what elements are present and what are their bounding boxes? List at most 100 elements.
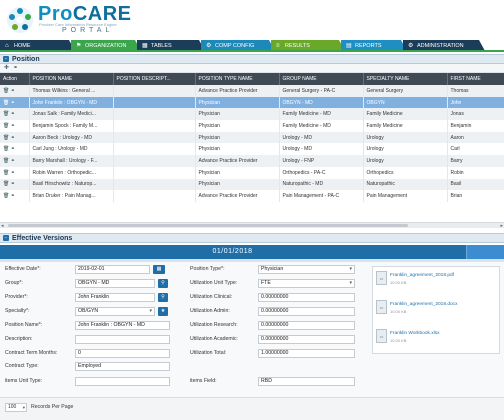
- link-icon[interactable]: ⚭: [9, 123, 15, 129]
- document-name[interactable]: Franklin_agreement_2018.pdf: [390, 273, 454, 278]
- row-actions: 🗑 ⚭: [0, 131, 30, 144]
- table-cell: General Surgery - PA-C: [279, 85, 364, 97]
- link-icon[interactable]: ⚭: [9, 135, 15, 141]
- table-cell: Pain Management: [363, 190, 448, 202]
- row-actions: 🗑 ⚭: [0, 178, 30, 191]
- file-icon: ▭: [376, 329, 387, 343]
- table-cell: [113, 178, 196, 191]
- table-cell: Physician: [195, 143, 280, 156]
- column-header-action[interactable]: Action: [0, 73, 30, 85]
- table-cell: Physician: [195, 178, 280, 191]
- description-label: Description:: [5, 336, 33, 342]
- link-icon[interactable]: ⚭: [9, 158, 15, 164]
- table-cell: [113, 85, 196, 97]
- table-row[interactable]: 🗑 ⚭ Brian Druker : Pain Manag... Advance P…: [0, 190, 504, 202]
- table-row[interactable]: 🗑 ⚭ Robin Warren : Orthopedic... Physician…: [0, 166, 504, 179]
- search-icon[interactable]: ⚲: [158, 279, 168, 288]
- column-header-first-name[interactable]: FIRST NAME: [447, 73, 504, 85]
- link-icon[interactable]: ⚭: [9, 111, 15, 117]
- table-horizontal-scrollbar[interactable]: ◂ ▸: [0, 222, 504, 229]
- provider-field[interactable]: John Franklin: [75, 293, 155, 302]
- table-cell: [113, 166, 196, 179]
- scrollbar-thumb[interactable]: [8, 224, 408, 227]
- calendar-icon[interactable]: ▦: [153, 265, 165, 274]
- link-icon[interactable]: ⚭: [12, 65, 19, 72]
- document-item[interactable]: ▭ Franklin Workbook.xlsx 10.00 KB: [376, 329, 496, 348]
- organization-icon: ⚑: [76, 42, 82, 49]
- util-academic-field[interactable]: 0.00000000: [258, 335, 355, 344]
- table-cell: John: [447, 96, 504, 109]
- table-header-row: Action POSITION NAME POSITION DESCRIPT..…: [0, 73, 504, 85]
- util-admin-field[interactable]: 0.00000000: [258, 307, 355, 316]
- util-total-field[interactable]: 1.00000000: [258, 349, 355, 358]
- document-name[interactable]: Franklin Workbook.xlsx: [390, 331, 440, 336]
- group-label: Group*:: [5, 280, 23, 286]
- util-clinical-field[interactable]: 0.00000000: [258, 293, 355, 302]
- add-icon[interactable]: ✚: [3, 65, 10, 72]
- table-row[interactable]: 🗑 ⚭ Benjamin Spock : Family M... Physician…: [0, 120, 504, 132]
- table-cell: Barry: [447, 155, 504, 167]
- util-academic-label: Utilization Academic:: [190, 336, 238, 342]
- document-item[interactable]: ▭ Franklin_agreement_2018.docx 10.00 KB: [376, 300, 496, 319]
- items-unit-type-field[interactable]: [75, 377, 170, 386]
- util-unit-type-select[interactable]: FTE: [258, 279, 355, 288]
- table-row[interactable]: 🗑 ⚭ Carl Jung : Urology - MD Physician Urol…: [0, 143, 504, 156]
- table-cell: Benjamin Spock : Family M...: [29, 120, 114, 132]
- contract-term-field[interactable]: 0: [75, 349, 170, 358]
- collapse-icon[interactable]: −: [3, 56, 9, 62]
- table-row[interactable]: 🗑 ⚭ John Franklin : OBGYN - MD Physician OB…: [0, 96, 504, 109]
- scroll-left-icon[interactable]: ◂: [1, 223, 4, 229]
- search-icon[interactable]: ⚲: [158, 293, 168, 302]
- table-cell: Pain Management - PA-C: [279, 190, 364, 202]
- link-icon[interactable]: ⚭: [9, 170, 15, 176]
- star-icon[interactable]: ★: [158, 307, 168, 316]
- table-row[interactable]: 🗑 ⚭ Jonas Salk : Family Medici... Physicia…: [0, 108, 504, 121]
- table-row[interactable]: 🗑 ⚭ Basil Hirschowitz : Naturop... Physici…: [0, 178, 504, 191]
- version-date-tab[interactable]: 01/01/2018: [0, 245, 465, 259]
- link-icon[interactable]: ⚭: [9, 100, 15, 106]
- position-name-field[interactable]: John Franklin : OBGYN - MD: [75, 321, 170, 330]
- table-row[interactable]: 🗑 ⚭ Thomas Wilkins : General ... Advance P…: [0, 85, 504, 97]
- link-icon[interactable]: ⚭: [9, 193, 15, 199]
- link-icon[interactable]: ⚭: [9, 88, 15, 94]
- table-cell: Urology - MD: [279, 143, 364, 156]
- table-row[interactable]: 🗑 ⚭ Aaron Beck : Urology - MD Physician Uro…: [0, 131, 504, 144]
- link-icon[interactable]: ⚭: [9, 146, 15, 152]
- column-header-position-description[interactable]: POSITION DESCRIPT...: [113, 73, 196, 85]
- column-header-group-name[interactable]: GROUP NAME: [279, 73, 364, 85]
- group-field[interactable]: OBGYN - MD: [75, 279, 155, 288]
- column-header-position-type[interactable]: POSITION TYPE NAME: [195, 73, 280, 85]
- version-next-tab[interactable]: [466, 245, 504, 259]
- position-panel-header[interactable]: − Position: [0, 54, 504, 64]
- table-cell: Physician: [195, 166, 280, 179]
- items-field[interactable]: RBD: [258, 377, 355, 386]
- document-name[interactable]: Franklin_agreement_2018.docx: [390, 302, 457, 307]
- column-header-specialty-name[interactable]: SPECIALTY NAME: [363, 73, 448, 85]
- description-field[interactable]: [75, 335, 170, 344]
- specialty-select[interactable]: OB/GYN: [75, 307, 155, 316]
- specialty-label: Specialty*:: [5, 308, 30, 314]
- scroll-right-icon[interactable]: ▸: [500, 223, 503, 229]
- table-cell: Urology: [363, 131, 448, 144]
- table-cell: Thomas: [447, 85, 504, 97]
- contract-type-field[interactable]: Employed: [75, 362, 170, 371]
- table-cell: Robin: [447, 166, 504, 179]
- collapse-icon[interactable]: −: [3, 235, 9, 241]
- table-row[interactable]: 🗑 ⚭ Barry Marshall : Urology - F... Advanc…: [0, 155, 504, 167]
- document-size: 10.00 KB: [390, 338, 407, 343]
- effective-versions-header[interactable]: − Effective Versions: [0, 233, 504, 243]
- table-cell: Basil Hirschowitz : Naturop...: [29, 178, 114, 191]
- table-cell: Physician: [195, 120, 280, 132]
- table-cell: OBGYN - MD: [279, 96, 364, 109]
- admin-icon: ⚙: [408, 42, 414, 49]
- column-header-position-name[interactable]: POSITION NAME: [29, 73, 114, 85]
- document-item[interactable]: ▭ Franklin_agreement_2018.pdf 10.00 KB: [376, 271, 496, 290]
- link-icon[interactable]: ⚭: [9, 181, 15, 187]
- brand-portal: PORTAL: [62, 27, 114, 34]
- effective-date-field[interactable]: 2019-02-01: [75, 265, 150, 274]
- table-cell: Brian: [447, 190, 504, 202]
- home-icon: ⌂: [5, 42, 9, 49]
- util-research-field[interactable]: 0.00000000: [258, 321, 355, 330]
- records-per-page-select[interactable]: 100: [5, 403, 27, 412]
- position-type-select[interactable]: Physician: [258, 265, 355, 274]
